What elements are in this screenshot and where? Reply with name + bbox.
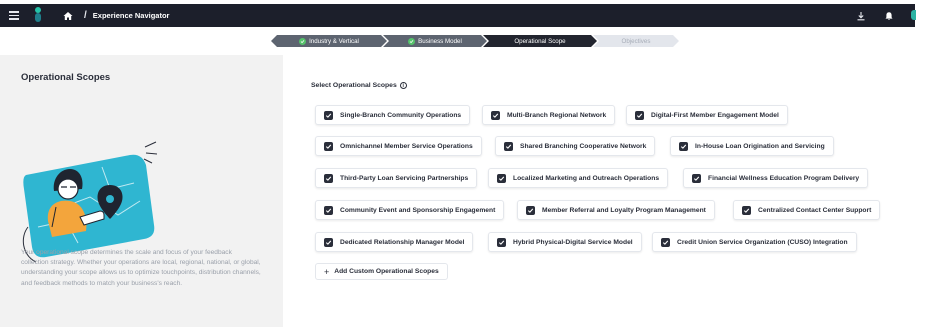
scope-label: Financial Wellness Education Program Del…: [708, 174, 860, 182]
info-icon[interactable]: i: [399, 82, 407, 89]
scope-chip[interactable]: Hybrid Physical-Digital Service Model: [488, 232, 642, 252]
bell-icon[interactable]: [879, 4, 899, 27]
info-panel: Operational Scopes Your operational scop…: [0, 55, 283, 327]
step-label: Objectives: [621, 37, 651, 45]
checkbox-checked-icon[interactable]: [661, 237, 670, 247]
scope-label: Omnichannel Member Service Operations: [340, 142, 473, 150]
scope-chip[interactable]: Multi-Branch Regional Network: [482, 105, 616, 125]
add-custom-scope-button[interactable]: + Add Custom Operational Scopes: [315, 263, 448, 280]
scope-label: Community Event and Sponsorship Engageme…: [340, 206, 496, 214]
checkbox-checked-icon[interactable]: [324, 205, 333, 215]
checkbox-checked-icon[interactable]: [324, 173, 333, 183]
scope-chip[interactable]: Credit Union Service Organization (CUSO)…: [652, 232, 857, 252]
download-icon[interactable]: [851, 4, 871, 27]
breadcrumb-separator: /: [84, 10, 87, 21]
step-label: Industry & Vertical: [309, 37, 359, 45]
app-logo[interactable]: [31, 4, 45, 27]
checkbox-checked-icon[interactable]: [491, 110, 500, 120]
step-label: Business Model: [418, 37, 462, 45]
avatar[interactable]: [911, 10, 916, 20]
scope-label: Digital-First Member Engagement Model: [651, 111, 779, 119]
panel-description: Your operational scope determines the sc…: [21, 249, 261, 287]
scope-label: In-House Loan Origination and Servicing: [695, 142, 825, 150]
check-icon: [299, 38, 306, 45]
scope-label: Multi-Branch Regional Network: [507, 111, 607, 119]
scope-label: Member Referral and Loyalty Program Mana…: [542, 206, 706, 214]
menu-icon[interactable]: [3, 4, 25, 27]
checkbox-checked-icon[interactable]: [497, 237, 506, 247]
checkbox-checked-icon[interactable]: [324, 237, 333, 247]
plus-icon: +: [324, 266, 330, 277]
progress-stepper: Industry & Vertical Business Model Opera…: [271, 35, 675, 47]
checkbox-checked-icon[interactable]: [324, 110, 333, 120]
scope-chip[interactable]: Financial Wellness Education Program Del…: [683, 168, 869, 188]
step-objectives[interactable]: Objectives: [593, 35, 679, 47]
scope-label: Credit Union Service Organization (CUSO)…: [677, 238, 848, 246]
step-industry-vertical[interactable]: Industry & Vertical: [271, 35, 387, 47]
checkbox-checked-icon[interactable]: [324, 141, 333, 151]
page-title: Experience Navigator: [92, 11, 170, 20]
check-icon: [408, 38, 415, 45]
scope-label: Localized Marketing and Outreach Operati…: [513, 174, 660, 182]
checkbox-checked-icon[interactable]: [742, 205, 751, 215]
step-label: Operational Scope: [514, 37, 566, 45]
scope-label: Single-Branch Community Operations: [340, 111, 462, 119]
scope-chip[interactable]: Localized Marketing and Outreach Operati…: [488, 168, 669, 188]
home-icon[interactable]: [63, 4, 77, 27]
checkbox-checked-icon[interactable]: [692, 173, 701, 183]
scope-chip[interactable]: Single-Branch Community Operations: [315, 105, 471, 125]
scope-label: Hybrid Physical-Digital Service Model: [513, 238, 633, 246]
step-operational-scope[interactable]: Operational Scope: [483, 35, 597, 47]
scope-chip[interactable]: Third-Party Loan Servicing Partnerships: [315, 168, 478, 188]
scope-chip[interactable]: Dedicated Relationship Manager Model: [315, 232, 474, 252]
scope-label: Third-Party Loan Servicing Partnerships: [340, 174, 469, 182]
add-custom-scope-label: Add Custom Operational Scopes: [334, 268, 439, 275]
section-title-text: Select Operational Scopes: [311, 82, 397, 89]
checkbox-checked-icon[interactable]: [504, 141, 513, 151]
scope-label: Centralized Contact Center Support: [758, 206, 872, 214]
scope-chip[interactable]: Omnichannel Member Service Operations: [315, 136, 482, 156]
checkbox-checked-icon[interactable]: [679, 141, 688, 151]
scope-chip[interactable]: Centralized Contact Center Support: [733, 200, 881, 220]
step-business-model[interactable]: Business Model: [383, 35, 487, 47]
scope-chip[interactable]: Community Event and Sponsorship Engageme…: [315, 200, 505, 220]
checkbox-checked-icon[interactable]: [526, 205, 535, 215]
panel-title: Operational Scopes: [21, 72, 111, 83]
checkbox-checked-icon[interactable]: [497, 173, 506, 183]
scope-chip[interactable]: Shared Branching Cooperative Network: [495, 136, 656, 156]
section-title: Select Operational Scopes i: [311, 82, 407, 89]
scope-chip[interactable]: Member Referral and Loyalty Program Mana…: [517, 200, 715, 220]
top-bar: / Experience Navigator: [0, 4, 915, 27]
scope-label: Shared Branching Cooperative Network: [520, 142, 647, 150]
scope-chip[interactable]: Digital-First Member Engagement Model: [626, 105, 788, 125]
scope-label: Dedicated Relationship Manager Model: [340, 238, 465, 246]
checkbox-checked-icon[interactable]: [635, 110, 644, 120]
scope-chip[interactable]: In-House Loan Origination and Servicing: [670, 136, 834, 156]
